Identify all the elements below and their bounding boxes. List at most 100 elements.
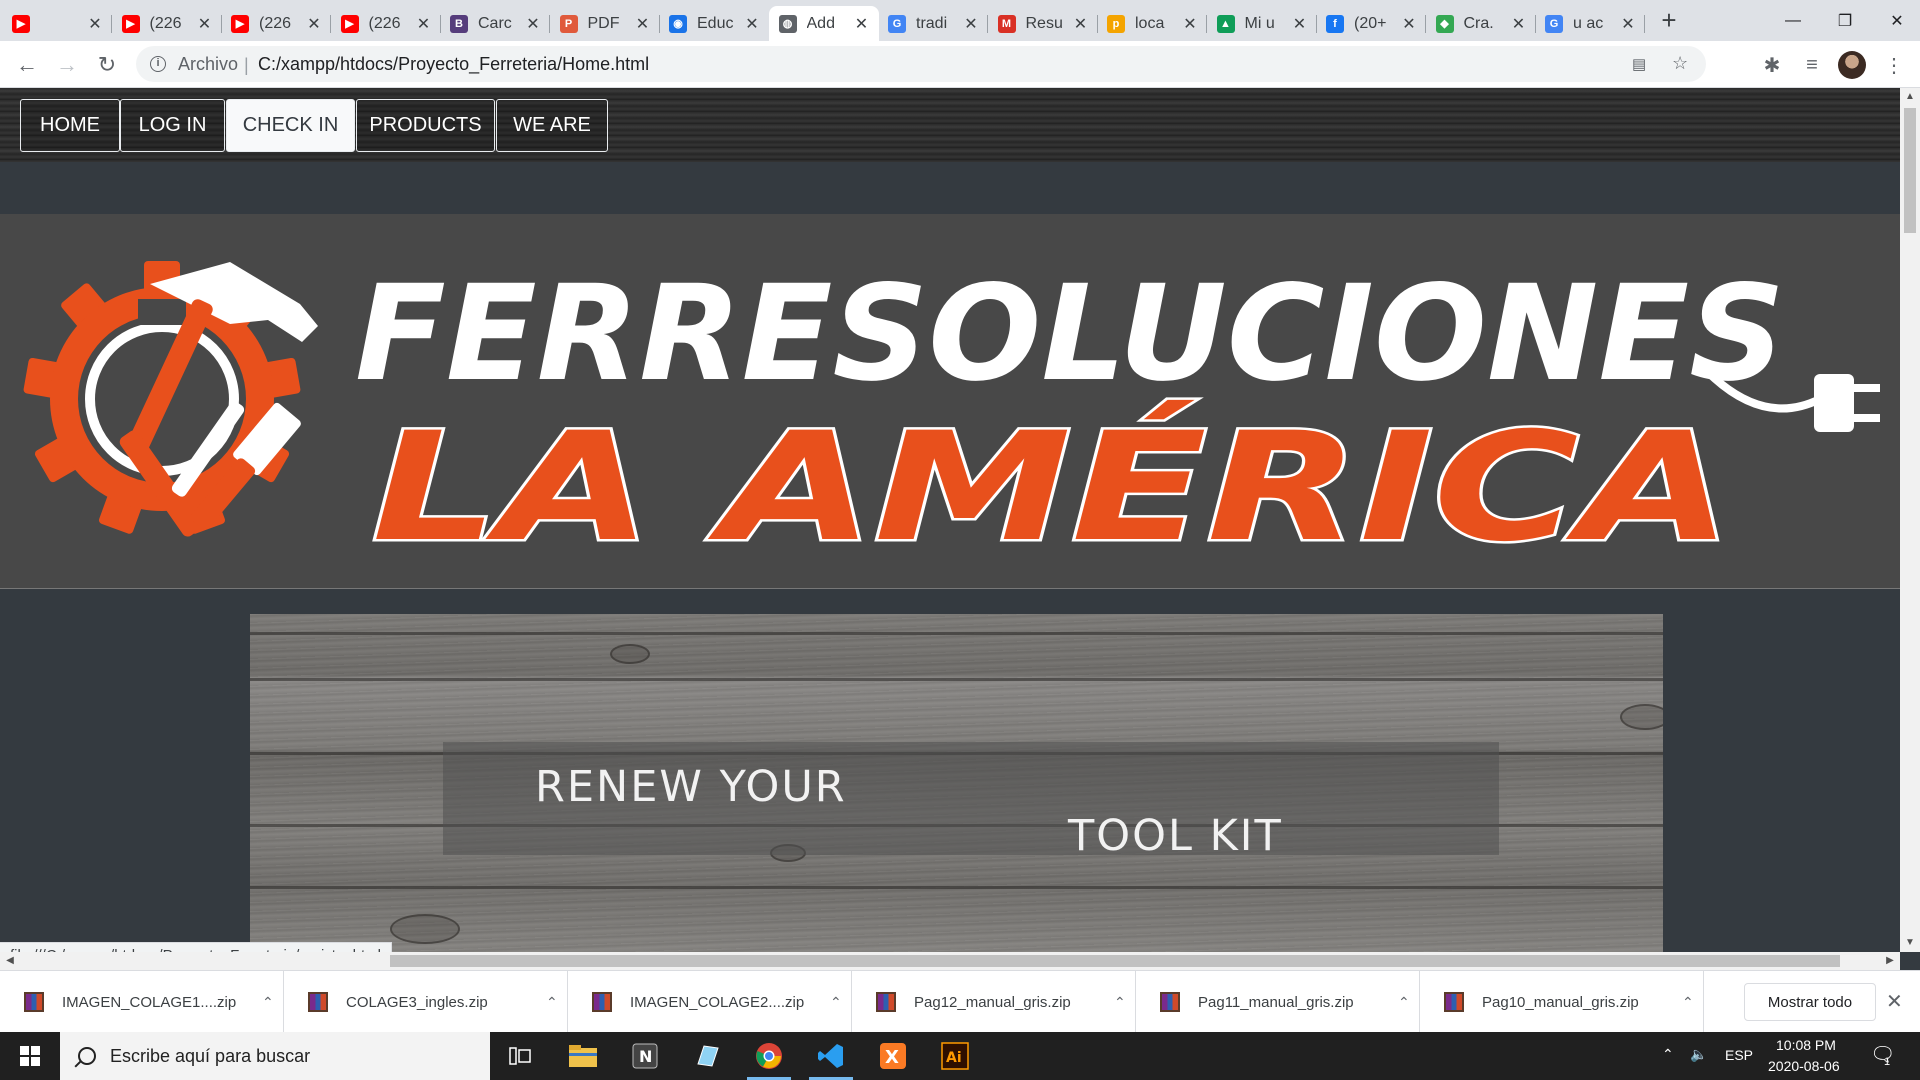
illustrator-icon[interactable]: Ai bbox=[925, 1032, 985, 1080]
clock-time[interactable]: 10:08 PM bbox=[1776, 1037, 1836, 1053]
chevron-up-icon[interactable]: ⌃ bbox=[1682, 994, 1694, 1011]
close-icon[interactable]: ✕ bbox=[526, 14, 540, 34]
address-bar[interactable]: i Archivo | C:/xampp/htdocs/Proyecto_Fer… bbox=[136, 46, 1706, 82]
notion-icon[interactable]: N bbox=[615, 1032, 675, 1080]
chevron-up-icon[interactable]: ⌃ bbox=[1114, 994, 1126, 1011]
restore-button[interactable]: ❐ bbox=[1822, 0, 1868, 41]
file-explorer-icon[interactable] bbox=[553, 1032, 613, 1080]
volume-icon[interactable]: 🔈 bbox=[1690, 1046, 1707, 1063]
browser-tab[interactable]: ▶ (226 ✕ bbox=[331, 6, 441, 41]
browser-tab[interactable]: f (20+ ✕ bbox=[1316, 6, 1426, 41]
notes-app-icon[interactable] bbox=[677, 1032, 737, 1080]
close-icon[interactable]: ✕ bbox=[198, 14, 212, 34]
browser-tab[interactable]: ▶ (226 ✕ bbox=[112, 6, 222, 41]
xampp-icon[interactable]: X bbox=[863, 1032, 923, 1080]
scroll-left-arrow[interactable]: ◀ bbox=[0, 952, 20, 970]
chrome-icon[interactable] bbox=[739, 1032, 799, 1080]
close-window-button[interactable]: ✕ bbox=[1874, 0, 1920, 41]
notification-center-icon[interactable]: 🗨 bbox=[1870, 1042, 1895, 1067]
browser-tab[interactable]: ▲ Mi u ✕ bbox=[1207, 6, 1317, 41]
chevron-up-icon[interactable]: ⌃ bbox=[546, 994, 558, 1011]
start-button[interactable] bbox=[0, 1032, 60, 1080]
google-icon: G bbox=[888, 14, 906, 33]
chevron-up-icon[interactable]: ⌃ bbox=[830, 994, 842, 1011]
logo-line2: LA AMÉRICA bbox=[372, 400, 1732, 575]
vertical-scroll-thumb[interactable] bbox=[1904, 108, 1916, 233]
browser-tab[interactable]: ◆ Cra. ✕ bbox=[1426, 6, 1536, 41]
new-tab-button[interactable]: + bbox=[1656, 7, 1682, 34]
close-icon[interactable]: ✕ bbox=[1621, 14, 1635, 34]
close-icon[interactable]: ✕ bbox=[855, 14, 869, 34]
star-icon[interactable]: ☆ bbox=[1672, 53, 1688, 74]
clock-date[interactable]: 2020-08-06 bbox=[1768, 1058, 1840, 1074]
forward-button[interactable]: → bbox=[52, 50, 82, 80]
horizontal-scrollbar[interactable]: ◀ ▶ bbox=[0, 952, 1900, 970]
media-control-icon[interactable]: ≡ bbox=[1800, 53, 1824, 77]
browser-tab[interactable]: ▶ ✕ bbox=[2, 6, 112, 41]
menu-kebab-icon[interactable]: ⋮ bbox=[1882, 53, 1906, 77]
browser-tab[interactable]: B Carc ✕ bbox=[440, 6, 550, 41]
profile-avatar[interactable] bbox=[1838, 51, 1866, 79]
nav-check-in[interactable]: CHECK IN bbox=[226, 99, 355, 152]
close-icon[interactable]: ✕ bbox=[1293, 14, 1307, 34]
nav-home-label: HOME bbox=[40, 114, 100, 136]
close-icon[interactable]: ✕ bbox=[1183, 14, 1197, 34]
horizontal-scroll-thumb[interactable] bbox=[390, 955, 1840, 967]
scroll-down-arrow[interactable]: ▼ bbox=[1900, 934, 1920, 952]
nav-we-are[interactable]: WE ARE bbox=[496, 99, 608, 152]
show-all-downloads-button[interactable]: Mostrar todo bbox=[1744, 983, 1876, 1021]
extensions-icon[interactable]: ✱ bbox=[1760, 53, 1784, 77]
logo-line1: FERRESOLUCIONES bbox=[355, 257, 1785, 411]
chevron-up-icon[interactable]: ⌃ bbox=[1398, 994, 1410, 1011]
scroll-right-arrow[interactable]: ▶ bbox=[1880, 952, 1900, 970]
address-url[interactable]: C:/xampp/htdocs/Proyecto_Ferreteria/Home… bbox=[258, 54, 649, 75]
close-icon[interactable]: ✕ bbox=[417, 14, 431, 34]
nav-products[interactable]: PRODUCTS bbox=[356, 99, 495, 152]
close-icon[interactable]: ✕ bbox=[1886, 989, 1903, 1014]
back-button[interactable]: ← bbox=[12, 50, 42, 80]
nav-home[interactable]: HOME bbox=[20, 99, 120, 152]
browser-tab[interactable]: P PDF ✕ bbox=[550, 6, 660, 41]
minimize-button[interactable]: — bbox=[1770, 0, 1816, 41]
taskbar-search-placeholder: Escribe aquí para buscar bbox=[110, 1045, 311, 1066]
browser-tab[interactable]: ◉ Educ ✕ bbox=[659, 6, 769, 41]
close-icon[interactable]: ✕ bbox=[1402, 14, 1416, 34]
close-icon[interactable]: ✕ bbox=[964, 14, 978, 34]
browser-tab[interactable]: ◍ Add ✕ bbox=[768, 6, 879, 41]
youtube-icon: ▶ bbox=[231, 14, 249, 33]
close-icon[interactable]: ✕ bbox=[1512, 14, 1526, 34]
browser-tab[interactable]: p loca ✕ bbox=[1097, 6, 1207, 41]
download-item[interactable]: Pag12_manual_gris.zip ⌃ bbox=[852, 971, 1136, 1033]
google-icon: G bbox=[1545, 14, 1563, 33]
chevron-up-icon[interactable]: ⌃ bbox=[262, 994, 274, 1011]
download-item[interactable]: Pag10_manual_gris.zip ⌃ bbox=[1420, 971, 1704, 1033]
chevron-up-icon[interactable]: ⌃ bbox=[1662, 1046, 1674, 1063]
close-icon[interactable]: ✕ bbox=[307, 14, 321, 34]
browser-tab[interactable]: ▶ (226 ✕ bbox=[221, 6, 331, 41]
close-icon[interactable]: ✕ bbox=[636, 14, 650, 34]
browser-tab[interactable]: M Resu ✕ bbox=[988, 6, 1098, 41]
svg-text:X: X bbox=[885, 1047, 899, 1068]
download-item[interactable]: COLAGE3_ingles.zip ⌃ bbox=[284, 971, 568, 1033]
close-icon[interactable]: ✕ bbox=[1074, 14, 1088, 34]
browser-tab[interactable]: Gu ac ✕ bbox=[1535, 6, 1645, 41]
reload-button[interactable]: ↻ bbox=[92, 50, 122, 80]
vertical-scrollbar[interactable]: ▲ ▼ bbox=[1900, 88, 1920, 952]
taskbar-search[interactable]: Escribe aquí para buscar bbox=[60, 1032, 490, 1080]
tab-strip: ▶ ✕ ▶ (226 ✕ ▶ (226 ✕ ▶ (226 ✕ B Carc ✕ P PDF ✕ ◉ Educ ✕ ◍ Ad… bbox=[0, 0, 1920, 41]
vscode-icon[interactable] bbox=[801, 1032, 861, 1080]
language-indicator[interactable]: ESP bbox=[1725, 1047, 1753, 1063]
download-filename: Pag10_manual_gris.zip bbox=[1482, 993, 1639, 1011]
site-info-icon[interactable]: i bbox=[150, 56, 166, 72]
download-item[interactable]: IMAGEN_COLAGE1....zip ⌃ bbox=[0, 971, 284, 1033]
download-item[interactable]: Pag11_manual_gris.zip ⌃ bbox=[1136, 971, 1420, 1033]
nav-log-in[interactable]: LOG IN bbox=[120, 99, 225, 152]
browser-tab[interactable]: Gtradi ✕ bbox=[878, 6, 988, 41]
scroll-up-arrow[interactable]: ▲ bbox=[1900, 88, 1920, 106]
pdf-png-icon: P bbox=[559, 14, 578, 33]
close-icon[interactable]: ✕ bbox=[745, 14, 759, 34]
download-item[interactable]: IMAGEN_COLAGE2....zip ⌃ bbox=[568, 971, 852, 1033]
task-view-icon[interactable] bbox=[490, 1032, 550, 1080]
close-icon[interactable]: ✕ bbox=[88, 14, 102, 34]
translate-icon[interactable]: ▤ bbox=[1632, 55, 1646, 73]
